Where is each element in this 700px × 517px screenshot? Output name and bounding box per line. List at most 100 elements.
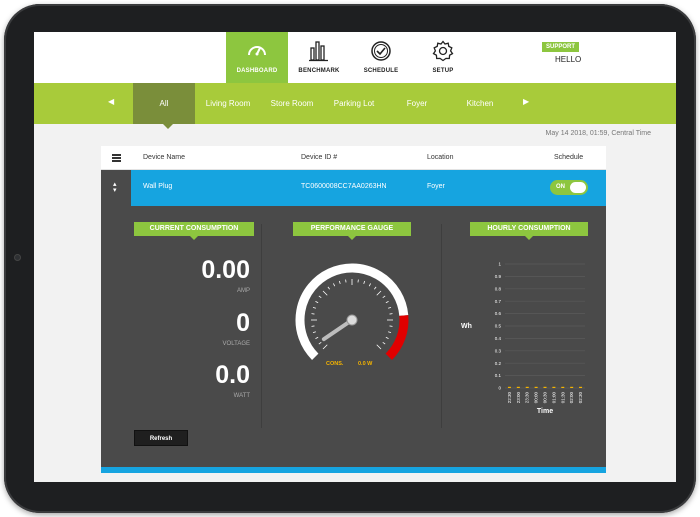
column-device-name: Device Name [143,154,186,161]
gauge-dial [295,263,409,360]
y-tick-label: 0.1 [495,373,502,378]
check-circle-icon [371,41,391,61]
gauge-tick [382,342,386,345]
x-tick-label: 02:30 [578,392,583,404]
bar-chart-icon [309,41,328,62]
gauge-tick [388,331,392,334]
room-tab-all[interactable]: All [133,83,195,124]
next-room-arrow[interactable]: ▶ [523,97,529,106]
tab-label: SCHEDULE [363,68,399,74]
gauge-tick [368,283,371,287]
x-axis-label: Time [537,408,553,415]
device-id: TC0600008CC7AA0263HN [301,183,387,190]
voltage-label: VOLTAGE [222,341,250,347]
row-expand-handle[interactable]: ▴ ▾ [101,170,131,206]
sort-arrows-icon: ▴ ▾ [113,181,117,194]
chart-bar [561,386,565,388]
gauge-tick [374,286,377,290]
device-detail-panel: CURRENT CONSUMPTION 0.00 AMP 0 VOLTAGE 0… [101,206,606,467]
performance-gauge-title: PERFORMANCE GAUGE [293,222,411,240]
support-button[interactable]: SUPPORT [542,42,580,52]
gauge-tick [385,301,389,304]
y-tick-label: 0.3 [495,348,502,353]
tab-label: BENCHMARK [298,68,340,74]
chart-bar [534,386,538,388]
toggle-label: ON [556,184,565,190]
gauge-tick [322,290,328,296]
amp-value: 0.00 [201,256,250,284]
app-screen: DASHBOARD BENCHMARK SCHEDULE SETUP SUPPO… [34,32,676,482]
chart-bar [552,386,556,388]
table-row[interactable]: ▴ ▾ Wall Plug TC0600008CC7AA0263HN Foyer … [101,170,606,206]
y-tick-label: 0.9 [495,274,502,279]
gauge-tick [312,331,316,334]
speedometer-icon [248,46,266,56]
device-location: Foyer [427,183,445,190]
gauge-tick [315,336,319,339]
panel-footer-bar [101,467,606,473]
tablet-frame: DASHBOARD BENCHMARK SCHEDULE SETUP SUPPO… [4,4,696,513]
gauge-tick [327,286,330,290]
gauge-cons-value: 0.0 W [358,361,373,367]
gauge-tick [376,344,382,350]
gauge-tick [363,280,366,284]
gauge-tick [333,283,336,287]
schedule-toggle[interactable]: ON [550,180,588,195]
gauge-tick [376,290,382,296]
x-tick-label: 01:00 [551,392,556,404]
room-tab-parking-lot[interactable]: Parking Lot [326,83,382,124]
x-tick-label: 23:00 [516,392,521,404]
device-table-header: Device Name Device ID # Location Schedul… [101,146,606,170]
x-tick-label: 00:30 [543,392,548,404]
gauge-red-zone [385,315,409,360]
panel-divider [441,224,442,428]
chart-bar [543,386,547,388]
tab-setup[interactable]: SETUP [412,32,474,83]
hourly-chart-svg: 0 0.1 0.2 0.3 0.4 0.5 0.6 0.7 0.8 0.9 1 Wh 22:30 23:0… [461,262,585,415]
x-tick-label: 00:00 [534,392,539,404]
hourly-consumption-chart: 0 0.1 0.2 0.3 0.4 0.5 0.6 0.7 0.8 0.9 1 Wh 22:30 23:0… [455,256,605,446]
chart-bar [507,386,511,388]
y-tick-label: 0.7 [495,299,502,304]
tab-dashboard[interactable]: DASHBOARD [226,32,288,83]
performance-gauge [287,254,417,364]
y-tick-label: 0.8 [495,286,502,291]
y-tick-label: 0 [498,386,501,391]
y-tick-label: 1 [498,262,501,267]
y-tick-label: 0.5 [495,324,502,329]
room-selector-bar: ◀ All Living Room Store Room Parking Lot… [34,83,676,124]
y-tick-label: 0.2 [495,361,502,366]
gauge-tick [315,301,319,304]
gauge-tick [338,280,341,284]
gauge-tick [318,342,322,345]
y-tick-label: 0.6 [495,311,502,316]
hourly-consumption-title: HOURLY CONSUMPTION [470,222,588,240]
room-tab-foyer[interactable]: Foyer [389,83,445,124]
voltage-value: 0 [236,309,250,337]
x-tick-label: 22:30 [507,392,512,404]
tab-label: SETUP [432,68,454,74]
x-tick-label: 23:30 [525,392,530,404]
room-tab-kitchen[interactable]: Kitchen [452,83,508,124]
user-greeting[interactable]: HELLO [555,55,581,64]
gauge-hub [346,314,358,326]
room-tab-living-room[interactable]: Living Room [200,83,256,124]
menu-icon[interactable] [112,154,121,162]
x-tick-label: 01:30 [560,392,565,404]
device-name: Wall Plug [143,183,173,190]
tab-schedule[interactable]: SCHEDULE [350,32,412,83]
prev-room-arrow[interactable]: ◀ [108,97,114,106]
watt-label: WATT [233,393,250,399]
chart-bar [579,386,583,388]
toggle-knob [570,182,586,193]
refresh-button[interactable]: Refresh [134,430,188,446]
room-tab-store-room[interactable]: Store Room [264,83,320,124]
chart-bar [516,386,520,388]
watt-value: 0.0 [215,361,250,389]
tab-label: DASHBOARD [236,68,278,74]
tab-benchmark[interactable]: BENCHMARK [288,32,350,83]
top-navigation: DASHBOARD BENCHMARK SCHEDULE SETUP SUPPO… [34,32,676,83]
camera-icon [14,254,21,261]
gauge-tick [318,295,322,298]
y-axis-label: Wh [461,323,472,330]
